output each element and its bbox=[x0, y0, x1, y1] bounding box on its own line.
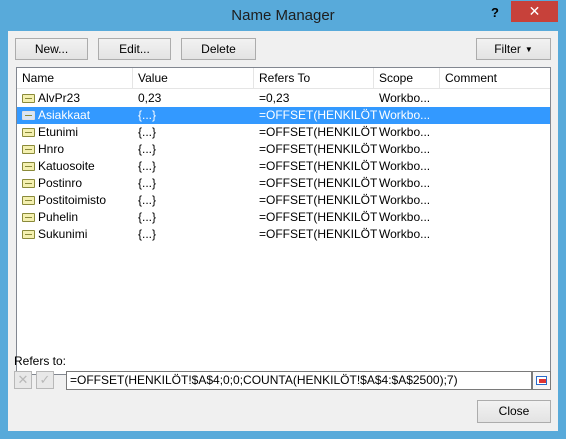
row-name: Sukunimi bbox=[38, 227, 88, 241]
row-name: Postitoimisto bbox=[38, 193, 107, 207]
help-button[interactable]: ? bbox=[484, 3, 506, 23]
row-value: {...} bbox=[138, 108, 157, 122]
table-row[interactable]: Postinro {...} =OFFSET(HENKILÖT!... Work… bbox=[17, 175, 550, 192]
cancel-edit-icon[interactable]: ✕ bbox=[14, 371, 32, 389]
table-row[interactable]: Etunimi {...} =OFFSET(HENKILÖT!... Workb… bbox=[17, 124, 550, 141]
close-button-label: Close bbox=[498, 404, 530, 418]
list-rows: AlvPr23 0,23 =0,23 Workbo... Asiakkaat {… bbox=[17, 90, 550, 243]
row-refers-to: =OFFSET(HENKILÖT!... bbox=[259, 159, 377, 173]
row-refers-to: =OFFSET(HENKILÖT!... bbox=[259, 176, 377, 190]
row-name: AlvPr23 bbox=[38, 91, 81, 105]
table-row[interactable]: Katuosoite {...} =OFFSET(HENKILÖT!... Wo… bbox=[17, 158, 550, 175]
named-range-icon bbox=[22, 162, 35, 171]
named-range-icon bbox=[22, 145, 35, 154]
new-button[interactable]: New... bbox=[15, 38, 88, 60]
close-button[interactable]: Close bbox=[477, 400, 551, 423]
dialog-body: New... Edit... Delete Filter ▼ Name Value… bbox=[8, 31, 558, 431]
row-name: Katuosoite bbox=[38, 159, 95, 173]
row-refers-to: =OFFSET(HENKILÖT!... bbox=[259, 142, 377, 156]
list-header: Name Value Refers To Scope Comment bbox=[17, 68, 550, 89]
column-header-name[interactable]: Name bbox=[17, 68, 133, 89]
row-refers-to: =OFFSET(HENKILÖT!... bbox=[259, 210, 377, 224]
row-comment bbox=[445, 175, 545, 192]
row-name: Puhelin bbox=[38, 210, 79, 224]
row-refers-to: =OFFSET(HENKILÖT!... bbox=[259, 193, 377, 207]
table-row[interactable]: Asiakkaat {...} =OFFSET(HENKILÖT!... Wor… bbox=[17, 107, 550, 124]
row-comment bbox=[445, 158, 545, 175]
column-header-scope[interactable]: Scope bbox=[374, 68, 440, 89]
row-comment bbox=[445, 107, 545, 124]
range-select-arrow bbox=[539, 379, 546, 383]
named-range-icon bbox=[22, 179, 35, 188]
dropdown-caret-icon: ▼ bbox=[524, 44, 533, 54]
table-row[interactable]: Hnro {...} =OFFSET(HENKILÖT!... Workbo..… bbox=[17, 141, 550, 158]
filter-button[interactable]: Filter ▼ bbox=[476, 38, 551, 60]
table-row[interactable]: Puhelin {...} =OFFSET(HENKILÖT!... Workb… bbox=[17, 209, 550, 226]
filter-button-label: Filter bbox=[494, 42, 521, 56]
delete-button-label: Delete bbox=[201, 42, 236, 56]
row-comment bbox=[445, 192, 545, 209]
table-row[interactable]: Postitoimisto {...} =OFFSET(HENKILÖT!...… bbox=[17, 192, 550, 209]
column-header-value[interactable]: Value bbox=[133, 68, 254, 89]
named-range-icon bbox=[22, 94, 35, 103]
row-comment bbox=[445, 226, 545, 243]
row-value: {...} bbox=[138, 142, 157, 156]
row-scope: Workbo... bbox=[379, 193, 431, 207]
row-scope: Workbo... bbox=[379, 108, 431, 122]
row-name: Hnro bbox=[38, 142, 65, 156]
row-value: {...} bbox=[138, 159, 157, 173]
row-scope: Workbo... bbox=[379, 227, 431, 241]
row-value: {...} bbox=[138, 193, 157, 207]
row-scope: Workbo... bbox=[379, 91, 431, 105]
collapse-dialog-icon[interactable] bbox=[532, 371, 551, 390]
new-button-label: New... bbox=[34, 42, 69, 56]
edit-button[interactable]: Edit... bbox=[98, 38, 171, 60]
row-comment bbox=[445, 124, 545, 141]
row-scope: Workbo... bbox=[379, 176, 431, 190]
row-value: {...} bbox=[138, 125, 157, 139]
row-value: 0,23 bbox=[138, 91, 162, 105]
row-value: {...} bbox=[138, 176, 157, 190]
named-range-icon bbox=[22, 230, 35, 239]
table-row[interactable]: Sukunimi {...} =OFFSET(HENKILÖT!... Work… bbox=[17, 226, 550, 243]
row-comment bbox=[445, 141, 545, 158]
row-scope: Workbo... bbox=[379, 142, 431, 156]
row-name: Etunimi bbox=[38, 125, 79, 139]
row-value: {...} bbox=[138, 210, 157, 224]
row-comment bbox=[445, 209, 545, 226]
row-refers-to: =OFFSET(HENKILÖT!... bbox=[259, 227, 377, 241]
row-refers-to: =OFFSET(HENKILÖT!... bbox=[259, 108, 377, 122]
row-scope: Workbo... bbox=[379, 125, 431, 139]
refers-to-label: Refers to: bbox=[14, 354, 67, 368]
named-range-icon bbox=[22, 128, 35, 137]
refers-to-input[interactable]: =OFFSET(HENKILÖT!$A$4;0;0;COUNTA(HENKILÖ… bbox=[66, 371, 532, 390]
confirm-edit-icon[interactable]: ✓ bbox=[36, 371, 54, 389]
name-manager-window: Name Manager ? ✕ New... Edit... Delete F… bbox=[0, 0, 566, 439]
row-comment bbox=[445, 90, 545, 107]
names-list[interactable]: Name Value Refers To Scope Comment AlvPr… bbox=[16, 67, 551, 375]
row-scope: Workbo... bbox=[379, 210, 431, 224]
named-range-icon bbox=[22, 196, 35, 205]
column-header-comment[interactable]: Comment bbox=[440, 68, 550, 89]
row-refers-to: =OFFSET(HENKILÖT!... bbox=[259, 125, 377, 139]
row-scope: Workbo... bbox=[379, 159, 431, 173]
title-bar[interactable]: Name Manager ? ✕ bbox=[0, 0, 566, 31]
row-name: Asiakkaat bbox=[38, 108, 91, 122]
edit-button-label: Edit... bbox=[119, 42, 150, 56]
column-header-refers-to[interactable]: Refers To bbox=[254, 68, 374, 89]
row-name: Postinro bbox=[38, 176, 83, 190]
row-refers-to: =0,23 bbox=[259, 91, 290, 105]
delete-button[interactable]: Delete bbox=[181, 38, 256, 60]
table-row[interactable]: AlvPr23 0,23 =0,23 Workbo... bbox=[17, 90, 550, 107]
named-range-icon bbox=[22, 111, 35, 120]
window-title: Name Manager bbox=[231, 7, 335, 24]
row-value: {...} bbox=[138, 227, 157, 241]
window-close-button[interactable]: ✕ bbox=[511, 1, 558, 22]
named-range-icon bbox=[22, 213, 35, 222]
